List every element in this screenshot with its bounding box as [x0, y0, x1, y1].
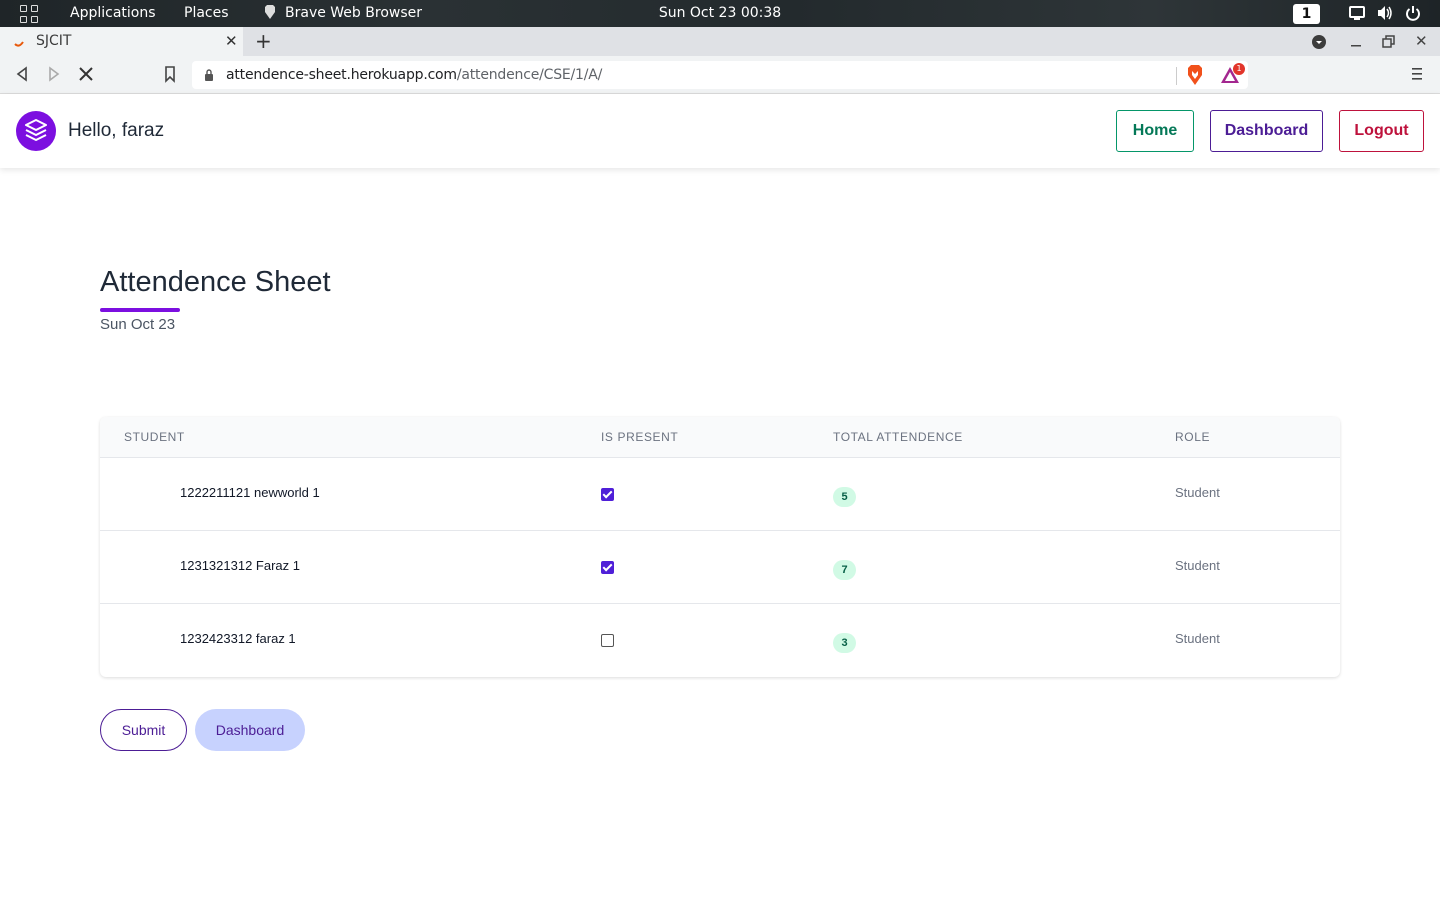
address-divider: [1176, 67, 1177, 85]
close-window-icon[interactable]: ✕: [1415, 32, 1428, 50]
present-checkbox[interactable]: [601, 488, 614, 501]
tab-sjcit[interactable]: SJCIT ✕: [0, 27, 243, 56]
app-grid-icon[interactable]: [20, 5, 38, 23]
url-text[interactable]: attendence-sheet.herokuapp.com/attendenc…: [226, 67, 602, 83]
student-name: 1232423312 faraz 1: [180, 631, 296, 646]
total-attendence-badge: 3: [833, 633, 856, 653]
stop-loading-icon[interactable]: [76, 64, 96, 84]
workspace-indicator[interactable]: 1: [1293, 4, 1320, 24]
app-header: Hello, faraz Home Dashboard Logout: [0, 94, 1440, 168]
minimize-icon[interactable]: [1350, 37, 1362, 49]
home-button[interactable]: Home: [1116, 110, 1194, 152]
applications-menu[interactable]: Applications: [70, 5, 156, 22]
back-icon[interactable]: [12, 64, 32, 84]
brave-shields-icon[interactable]: [1186, 65, 1204, 85]
dashboard-link-button[interactable]: Dashboard: [195, 709, 305, 751]
title-underline: [100, 308, 180, 312]
present-checkbox[interactable]: [601, 561, 614, 574]
layers-icon: [25, 119, 47, 141]
url-path: /attendence/CSE/1/A/: [456, 67, 603, 83]
clock[interactable]: Sun Oct 23 00:38: [659, 5, 781, 21]
total-attendence-badge: 5: [833, 487, 856, 507]
places-menu[interactable]: Places: [184, 5, 229, 22]
role: Student: [1175, 558, 1220, 573]
student-name: 1222211121 newworld 1: [180, 485, 320, 500]
tab-title: SJCIT: [36, 33, 72, 49]
bookmark-icon[interactable]: [160, 64, 180, 84]
hamburger-menu-icon[interactable]: [1408, 66, 1426, 82]
power-icon[interactable]: [1405, 5, 1421, 21]
os-top-bar: Applications Places Brave Web Browser Su…: [0, 0, 1440, 27]
tab-search-icon[interactable]: [1311, 34, 1327, 50]
forward-icon[interactable]: [44, 64, 64, 84]
table-row: 1232423312 faraz 1 3 Student: [100, 604, 1340, 677]
restore-icon[interactable]: [1382, 35, 1395, 48]
active-app-menu[interactable]: Brave Web Browser: [285, 5, 422, 22]
page-date: Sun Oct 23: [100, 316, 176, 333]
tab-strip: SJCIT ✕ + ✕: [0, 27, 1440, 56]
attendance-table: STUDENT IS PRESENT TOTAL ATTENDENCE ROLE…: [100, 417, 1340, 677]
logo: [16, 111, 56, 151]
new-tab-icon[interactable]: +: [255, 29, 272, 53]
greeting: Hello, faraz: [68, 120, 165, 141]
logout-button[interactable]: Logout: [1339, 110, 1424, 152]
submit-button[interactable]: Submit: [100, 709, 187, 751]
favicon-icon: [14, 41, 24, 47]
student-name: 1231321312 Faraz 1: [180, 558, 300, 573]
column-header-student: STUDENT: [124, 430, 185, 444]
url-host: attendence-sheet.herokuapp.com: [226, 67, 457, 83]
column-header-is-present: IS PRESENT: [601, 430, 679, 444]
column-header-total-attendence: TOTAL ATTENDENCE: [833, 430, 963, 444]
browser-toolbar: attendence-sheet.herokuapp.com/attendenc…: [0, 56, 1440, 94]
dashboard-button[interactable]: Dashboard: [1210, 110, 1323, 152]
column-header-role: ROLE: [1175, 430, 1211, 444]
address-bar[interactable]: attendence-sheet.herokuapp.com/attendenc…: [192, 61, 1248, 89]
role: Student: [1175, 485, 1220, 500]
present-checkbox[interactable]: [601, 634, 614, 647]
table-row: 1222211121 newworld 1 5 Student: [100, 458, 1340, 531]
lock-icon[interactable]: [204, 69, 214, 81]
table-header: STUDENT IS PRESENT TOTAL ATTENDENCE ROLE: [100, 417, 1340, 458]
total-attendence-badge: 7: [833, 560, 856, 580]
rewards-badge: 1: [1233, 63, 1245, 75]
page-title: Attendence Sheet: [100, 266, 331, 298]
volume-icon[interactable]: [1377, 5, 1393, 21]
screen-icon[interactable]: [1349, 5, 1365, 21]
close-tab-icon[interactable]: ✕: [225, 32, 238, 50]
brave-lion-icon: [264, 5, 276, 24]
table-row: 1231321312 Faraz 1 7 Student: [100, 531, 1340, 604]
role: Student: [1175, 631, 1220, 646]
